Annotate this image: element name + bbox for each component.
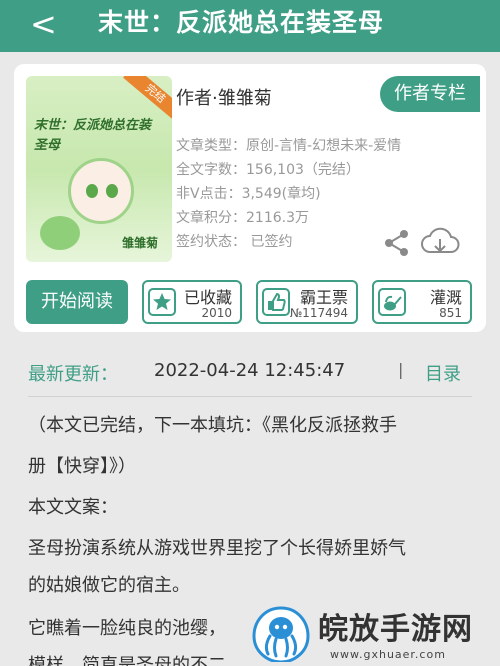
water-label: 灌溉 — [429, 288, 462, 307]
ticket-button[interactable]: 霸王票 №117494 — [256, 280, 358, 324]
meta-sign-status: 签约状态： 已签约 — [176, 234, 293, 250]
meta-clicks: 非V点击：3,549(章均) — [176, 186, 321, 202]
cover-character-eye — [106, 184, 118, 198]
top-bar: < 末世：反派她总在装圣母 — [0, 0, 500, 52]
book-card: 完结 末世：反派她总在装圣母 雏雏菊 作者·雏雏菊 作者专栏 文章类型：原创-言… — [14, 64, 486, 332]
thumb-up-icon — [262, 288, 290, 316]
latest-update-time: 2022-04-24 12:45:47 — [154, 360, 346, 381]
cover-character-face — [68, 158, 134, 224]
watermark-text: 皖放手游网 — [318, 612, 473, 647]
synopsis-line: 本文文案： — [28, 497, 118, 518]
watermark-url: www.gxhuaer.com — [330, 648, 446, 661]
cover-frog — [40, 216, 80, 250]
cloud-download-icon[interactable] — [420, 226, 460, 260]
latest-update-label: 最新更新： — [28, 364, 118, 385]
octopus-logo-icon — [252, 606, 310, 662]
meta-genre: 文章类型：原创-言情-幻想未来-爱情 — [176, 138, 402, 154]
collect-button[interactable]: 已收藏 2010 — [142, 280, 242, 324]
author-name[interactable]: 作者·雏雏菊 — [176, 84, 272, 110]
separator: | — [398, 360, 404, 379]
synopsis-line: 模样，简直是圣母的不二 — [28, 655, 226, 666]
ticket-label: 霸王票 — [299, 288, 348, 307]
star-icon — [148, 288, 176, 316]
cover-title: 末世：反派她总在装圣母 — [34, 118, 152, 153]
cover-character-eye — [86, 184, 98, 198]
latest-update-row: 最新更新： 2022-04-24 12:45:47 | 目录 — [0, 354, 500, 394]
meta-score: 文章积分：2116.3万 — [176, 210, 309, 226]
back-button[interactable]: < — [30, 4, 57, 44]
meta-word-count: 全文字数：156,103（完结） — [176, 162, 360, 178]
watering-can-icon — [378, 288, 406, 316]
synopsis-line: 它瞧着一脸纯良的池缨， — [28, 618, 226, 639]
collect-count: 2010 — [201, 306, 232, 320]
water-button[interactable]: 灌溉 851 — [372, 280, 472, 324]
ticket-count: №117494 — [289, 306, 348, 320]
page-title: 末世：反派她总在装圣母 — [98, 8, 385, 37]
water-count: 851 — [439, 306, 462, 320]
collect-label: 已收藏 — [183, 288, 232, 307]
synopsis-line: 圣母扮演系统从游戏世界里挖了个长得娇里娇气 — [28, 538, 406, 559]
start-reading-button[interactable]: 开始阅读 — [26, 280, 128, 324]
synopsis-line: 的姑娘做它的宿主。 — [28, 575, 190, 596]
author-column-button[interactable]: 作者专栏 — [380, 76, 480, 112]
book-cover[interactable]: 完结 末世：反派她总在装圣母 雏雏菊 — [26, 76, 172, 262]
table-of-contents-link[interactable]: 目录 — [425, 360, 461, 386]
synopsis-line: 册【快穿】》） — [28, 456, 136, 477]
synopsis-line: （本文已完结，下一本填坑：《黑化反派拯救手 — [28, 415, 397, 436]
cover-author: 雏雏菊 — [122, 236, 159, 250]
share-icon[interactable] — [382, 228, 412, 258]
divider — [28, 396, 472, 397]
